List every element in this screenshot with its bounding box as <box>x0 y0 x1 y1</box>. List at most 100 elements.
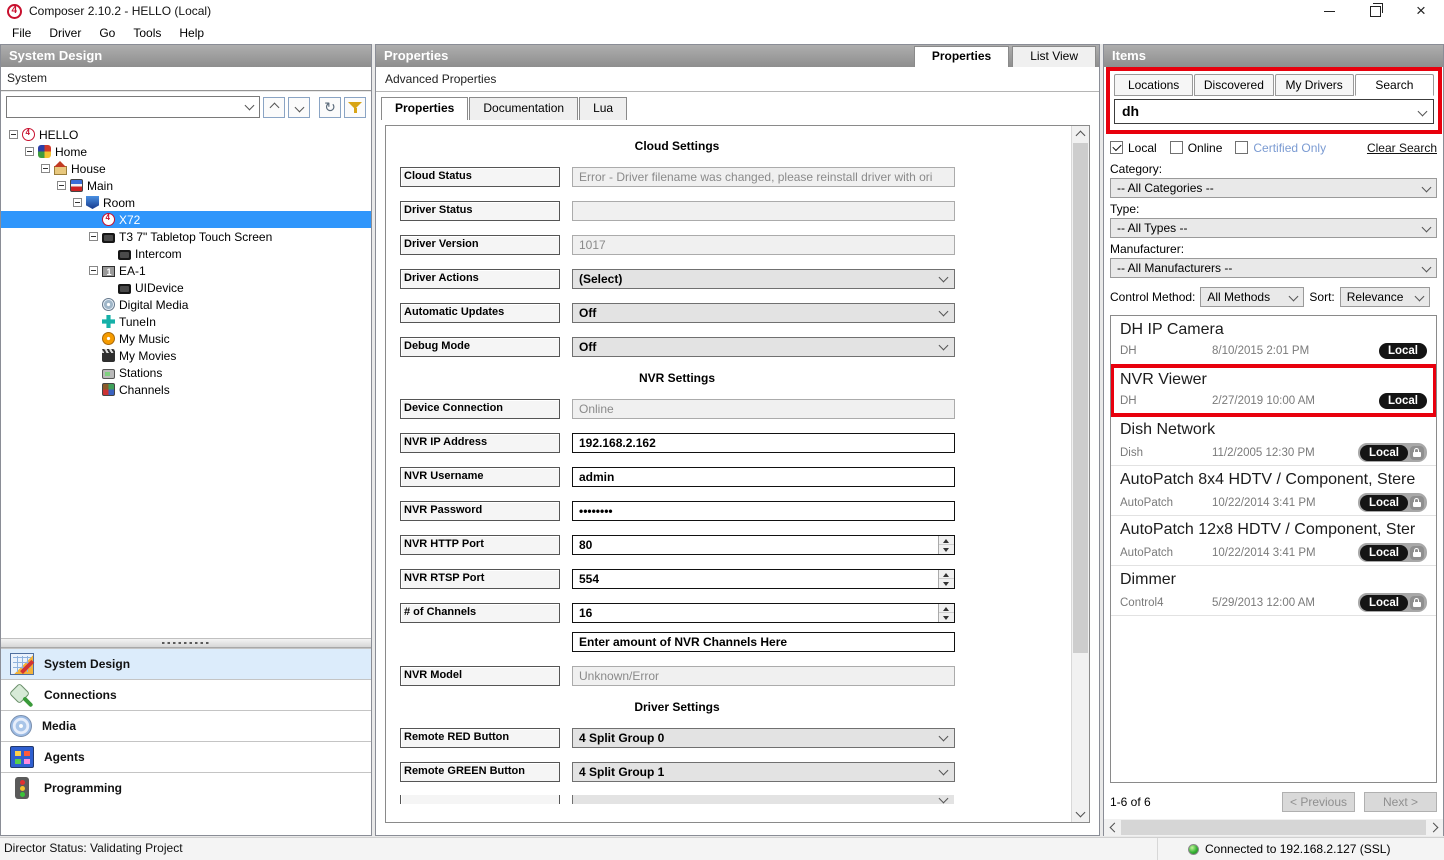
checkbox-icon[interactable] <box>1169 141 1183 154</box>
property-value[interactable]: (Select) <box>572 268 955 289</box>
menu-item[interactable]: Go <box>90 22 124 44</box>
tree-node[interactable]: X72 <box>1 211 371 228</box>
view-tab[interactable]: List View <box>1012 46 1096 67</box>
tree-node[interactable]: HELLO <box>1 126 371 143</box>
tree-expander-icon[interactable] <box>41 164 50 173</box>
spinner-buttons[interactable] <box>938 603 954 622</box>
property-field[interactable] <box>572 200 955 221</box>
property-field[interactable]: Off <box>572 302 955 323</box>
view-tab[interactable]: Properties <box>913 46 1010 67</box>
nav-item[interactable]: Connections <box>1 679 371 710</box>
property-value[interactable]: Online <box>572 398 955 419</box>
category-dropdown[interactable]: -- All Categories -- <box>1110 178 1437 198</box>
control-method-dropdown[interactable]: All Methods <box>1200 287 1305 307</box>
checkbox-icon[interactable] <box>1110 141 1123 154</box>
properties-scrollbar[interactable] <box>1071 126 1089 822</box>
items-horizontal-scrollbar[interactable] <box>1104 819 1443 836</box>
property-value[interactable]: admin <box>572 466 955 487</box>
property-value[interactable]: 4 Split Group 0 <box>572 727 955 748</box>
nav-item[interactable]: System Design <box>1 648 371 679</box>
property-field[interactable]: •••••••• <box>572 500 955 521</box>
driver-result-row[interactable]: AutoPatch 8x4 HDTV / Component, Stere Au… <box>1111 466 1436 516</box>
property-value[interactable]: Off <box>572 336 955 357</box>
minimize-button[interactable] <box>1306 0 1352 22</box>
property-value[interactable]: •••••••• <box>572 500 955 521</box>
scroll-up-button[interactable] <box>1072 126 1089 142</box>
properties-tab[interactable]: Documentation <box>469 97 579 120</box>
property-value[interactable]: 554 <box>572 568 955 589</box>
property-field[interactable]: 4 Split Group 0 <box>572 727 955 748</box>
spin-up-icon[interactable] <box>939 535 954 545</box>
property-field[interactable]: Online <box>572 398 955 419</box>
checkbox-icon[interactable] <box>1235 141 1249 154</box>
panel-splitter[interactable] <box>1 638 371 648</box>
property-value[interactable]: Off <box>572 302 955 323</box>
spin-up-icon[interactable] <box>939 603 954 613</box>
checkbox-group[interactable]: Online <box>1169 141 1236 155</box>
property-value[interactable]: Error - Driver filename was changed, ple… <box>572 166 955 187</box>
property-value[interactable]: 80 <box>572 534 955 555</box>
property-field[interactable]: 192.168.2.162 <box>572 432 955 453</box>
items-tab[interactable]: Locations <box>1114 74 1194 96</box>
spin-down-icon[interactable] <box>939 613 954 622</box>
checkbox-group[interactable]: Certified Only <box>1235 141 1339 155</box>
property-value[interactable]: Unknown/Error <box>572 665 955 686</box>
driver-result-row[interactable]: AutoPatch 12x8 HDTV / Component, Ster Au… <box>1111 516 1436 566</box>
tree-node[interactable]: Intercom <box>1 245 371 262</box>
scrollbar-thumb[interactable] <box>1121 820 1426 835</box>
property-field[interactable]: admin <box>572 466 955 487</box>
driver-result-row[interactable]: Dimmer Control4 5/29/2013 12:00 AM Local <box>1111 566 1436 616</box>
maximize-button[interactable] <box>1352 0 1398 22</box>
items-tab[interactable]: Search <box>1354 74 1434 96</box>
tree-node[interactable]: Home <box>1 143 371 160</box>
filter-button[interactable] <box>344 96 366 118</box>
property-field[interactable]: 80 <box>572 534 955 555</box>
find-next-button[interactable] <box>288 96 310 118</box>
spinner-buttons[interactable] <box>938 569 954 588</box>
find-previous-button[interactable] <box>263 96 285 118</box>
search-input[interactable]: dh <box>1114 99 1434 124</box>
tree-filter-combo[interactable] <box>6 96 260 118</box>
property-field[interactable]: 4 Split Group 1 <box>572 761 955 782</box>
menu-item[interactable]: Tools <box>124 22 170 44</box>
tree-node[interactable]: Room <box>1 194 371 211</box>
tree-expander-icon[interactable] <box>9 130 18 139</box>
nav-item[interactable]: Agents <box>1 741 371 772</box>
tree-expander-icon[interactable] <box>57 181 66 190</box>
scrollbar-thumb[interactable] <box>1073 143 1088 653</box>
menu-item[interactable]: Help <box>170 22 213 44</box>
scroll-down-button[interactable] <box>1072 806 1089 822</box>
tree-node[interactable]: My Music <box>1 330 371 347</box>
property-field[interactable]: Error - Driver filename was changed, ple… <box>572 166 955 187</box>
tree-node[interactable]: Stations <box>1 364 371 381</box>
property-field[interactable] <box>572 795 954 804</box>
items-tab[interactable]: Discovered <box>1194 74 1274 96</box>
nav-item[interactable]: Media <box>1 710 371 741</box>
spinner-buttons[interactable] <box>938 535 954 554</box>
tree-expander-icon[interactable] <box>73 198 82 207</box>
type-dropdown[interactable]: -- All Types -- <box>1110 218 1437 238</box>
tree-node[interactable]: T3 7" Tabletop Touch Screen <box>1 228 371 245</box>
spin-up-icon[interactable] <box>939 569 954 579</box>
spin-down-icon[interactable] <box>939 545 954 554</box>
properties-tab[interactable]: Properties <box>381 97 469 120</box>
menu-item[interactable]: File <box>3 22 40 44</box>
tree-node[interactable]: House <box>1 160 371 177</box>
property-value[interactable] <box>572 200 955 221</box>
tree-node[interactable]: TuneIn <box>1 313 371 330</box>
tree-node[interactable]: Digital Media <box>1 296 371 313</box>
sort-dropdown[interactable]: Relevance <box>1339 287 1430 307</box>
property-value[interactable]: 4 Split Group 1 <box>572 761 955 782</box>
property-field[interactable]: (Select) <box>572 268 955 289</box>
tree-node[interactable]: Main <box>1 177 371 194</box>
tree-node[interactable]: EA-1 <box>1 262 371 279</box>
checkbox-group[interactable]: Local <box>1110 141 1170 155</box>
close-button[interactable]: × <box>1398 0 1444 22</box>
tree-expander-icon[interactable] <box>89 232 98 241</box>
scroll-left-button[interactable] <box>1104 819 1121 836</box>
property-field[interactable]: 16 <box>572 602 955 623</box>
property-field[interactable]: Unknown/Error <box>572 665 955 686</box>
next-button[interactable]: Next > <box>1364 792 1437 812</box>
property-value[interactable] <box>572 795 954 804</box>
refresh-button[interactable]: ↻ <box>319 96 341 118</box>
